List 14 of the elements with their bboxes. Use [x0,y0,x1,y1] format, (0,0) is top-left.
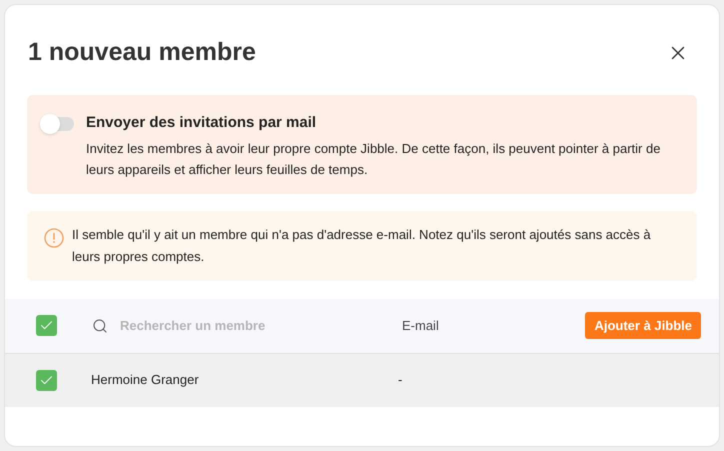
column-header: E-mail [402,316,439,335]
search-field[interactable]: Rechercher un membre [120,316,350,336]
invite-title: Envoyer des invitations par mail [86,113,318,133]
checkbox[interactable] [36,370,57,390]
table-row[interactable]: Hermoine Granger - [5,354,719,406]
member-email: - [398,371,402,390]
search-icon [92,318,108,334]
warning-text: Il semble qu'il y ait un membre qui n'a pas d'adresse e-mail. Notez qu'ils seront ajoutés sans accès à leurs propres comptes. [72,226,652,266]
checkbox[interactable] [36,315,57,336]
warning-icon [44,228,64,248]
dialog-title: 1 nouveau membre [28,37,256,68]
toggle-switch[interactable] [42,117,74,131]
member-name: Hermoine Granger [91,371,200,390]
invite-description: Invitez les membres à avoir leur propre compte Jibble. De cette façon, ils peuvent pointer à partir de leurs appareils et afficher leurs feuilles de temps. [86,140,661,179]
